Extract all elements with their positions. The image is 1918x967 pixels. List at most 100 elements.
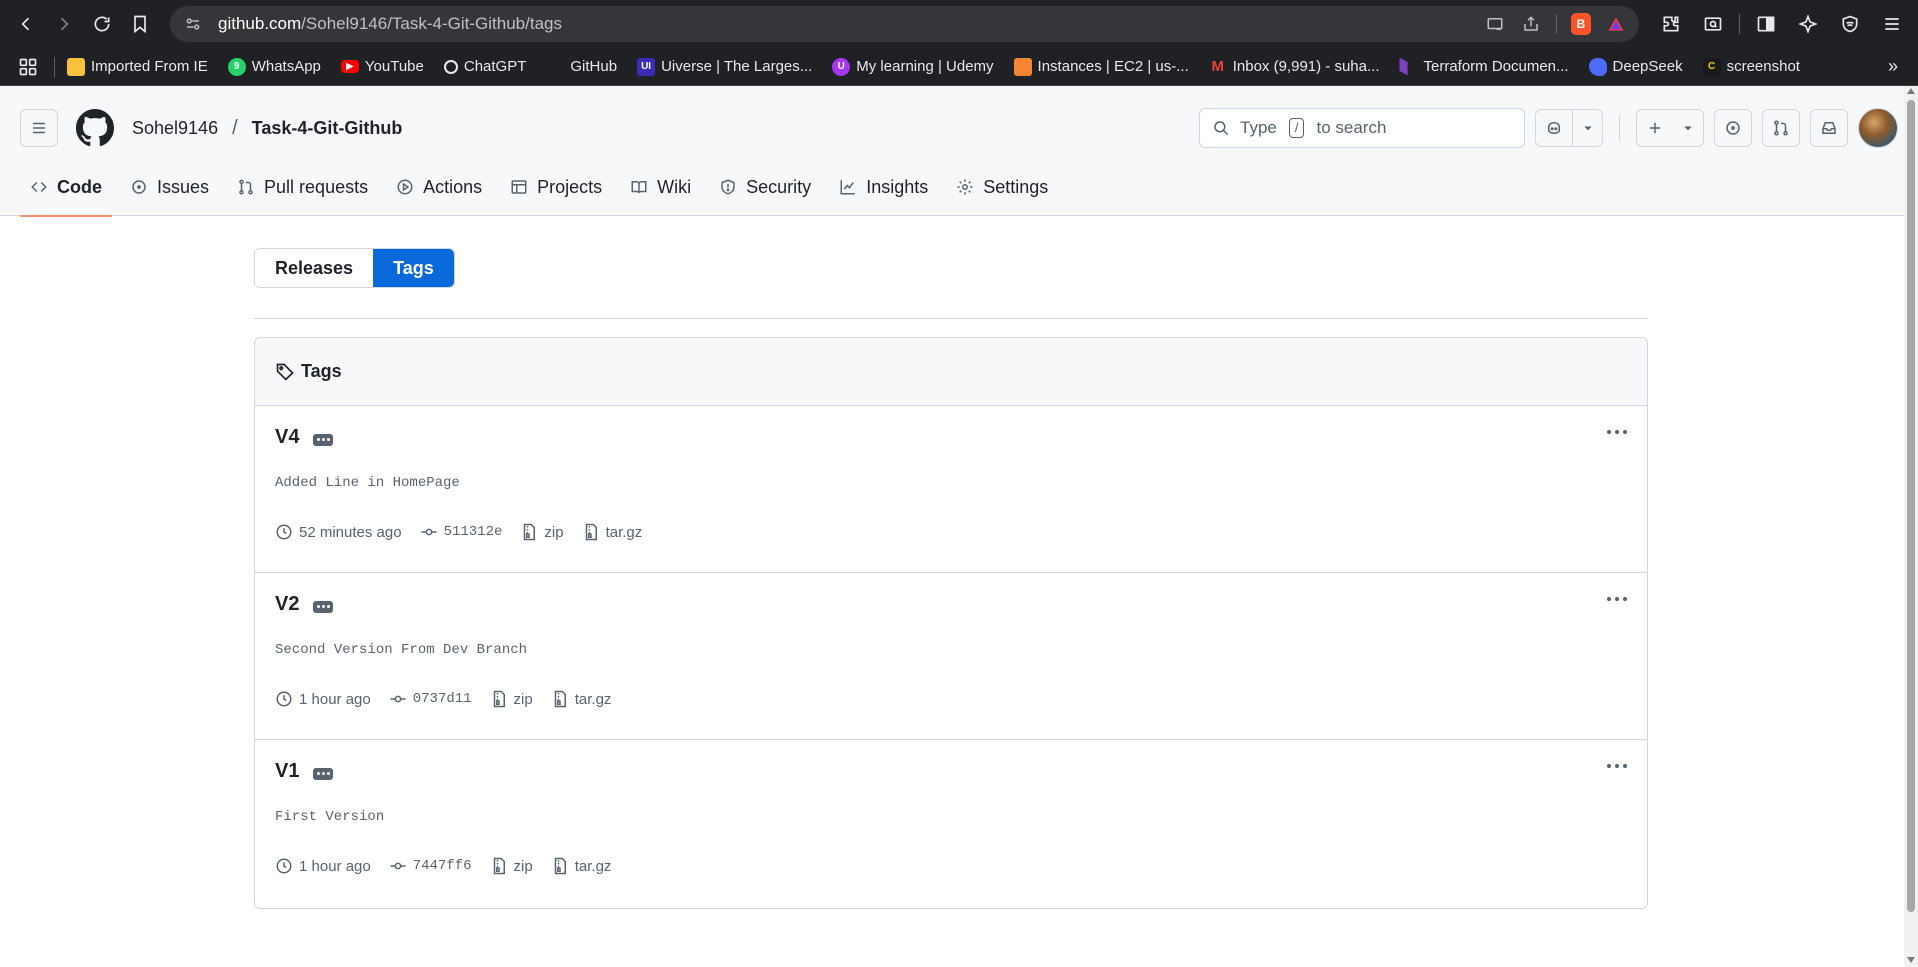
tab-wiki[interactable]: Wiki xyxy=(620,170,701,216)
tag-name-link[interactable]: V4 xyxy=(275,426,299,449)
zip-label: zip xyxy=(513,690,533,708)
code-icon xyxy=(31,181,47,193)
bookmark-terraform[interactable]: Terraform Documen... xyxy=(1391,54,1576,80)
zip-download-link[interactable]: zip xyxy=(520,523,564,541)
toolbar-divider xyxy=(1739,14,1740,34)
expand-message-button[interactable] xyxy=(313,767,334,780)
tag-name-link[interactable]: V2 xyxy=(275,593,299,616)
targz-download-link[interactable]: tar.gz xyxy=(551,857,611,875)
file-zip-icon xyxy=(554,857,566,875)
commit-sha-link[interactable]: 511312e xyxy=(420,523,503,541)
back-icon[interactable] xyxy=(10,8,42,40)
bookmark-uiverse[interactable]: UI Uiverse | The Larges... xyxy=(629,54,820,80)
github-logo-icon[interactable] xyxy=(76,109,114,147)
releases-tags-toggle: Releases Tags xyxy=(254,248,455,288)
url-host: github.com xyxy=(218,14,302,33)
scroll-down-icon[interactable] xyxy=(1907,957,1915,963)
kebab-menu-icon[interactable] xyxy=(1607,597,1627,601)
repo-owner-link[interactable]: Sohel9146 xyxy=(132,118,218,139)
kebab-menu-icon[interactable] xyxy=(1607,764,1627,768)
copilot-button[interactable] xyxy=(1535,109,1603,147)
leo-ai-icon[interactable] xyxy=(1792,8,1824,40)
chevron-down-icon[interactable] xyxy=(1673,110,1703,146)
tab-insights[interactable]: Insights xyxy=(829,170,938,216)
bookmark-gmail-inbox[interactable]: M Inbox (9,991) - suha... xyxy=(1201,54,1388,80)
kebab-menu-icon[interactable] xyxy=(1607,430,1627,434)
more-bookmarks-icon[interactable]: » xyxy=(1878,56,1908,77)
brave-shields-icon[interactable]: B xyxy=(1571,13,1591,35)
bookmark-whatsapp[interactable]: 9 WhatsApp xyxy=(220,54,329,80)
tab-pull-requests[interactable]: Pull requests xyxy=(227,170,378,216)
apps-icon[interactable] xyxy=(10,53,50,81)
sidebar-icon[interactable] xyxy=(1750,8,1782,40)
menu-icon[interactable] xyxy=(1876,8,1908,40)
bookmark-youtube[interactable]: ▶ YouTube xyxy=(333,54,432,79)
targz-download-link[interactable]: tar.gz xyxy=(582,523,642,541)
create-new-button[interactable] xyxy=(1636,109,1704,147)
tab-code[interactable]: Code xyxy=(20,170,112,217)
tag-time: 1 hour ago xyxy=(275,690,371,708)
pull-requests-button[interactable] xyxy=(1762,109,1800,147)
tag-row: V4 Added Line in HomePage 52 minutes ago… xyxy=(255,406,1647,573)
bookmark-udemy[interactable]: U My learning | Udemy xyxy=(824,54,1001,80)
bookmark-deepseek[interactable]: DeepSeek xyxy=(1581,54,1691,80)
issue-opened-icon xyxy=(132,180,146,194)
commit-sha: 511312e xyxy=(443,524,503,540)
brave-rewards-icon[interactable] xyxy=(1605,14,1627,34)
zip-download-link[interactable]: zip xyxy=(490,857,533,875)
bookmark-label: screenshot xyxy=(1726,58,1800,75)
tab-label: Security xyxy=(746,176,812,197)
bookmark-imported-from-ie[interactable]: Imported From IE xyxy=(59,54,216,80)
tag-row: V1 First Version 1 hour ago 7447ff6 zip xyxy=(255,740,1647,908)
whatsapp-icon: 9 xyxy=(227,57,246,76)
share-icon[interactable] xyxy=(1520,13,1542,35)
tab-settings[interactable]: Settings xyxy=(946,170,1058,216)
tags-button[interactable]: Tags xyxy=(373,249,454,287)
bookmark-label: My learning | Udemy xyxy=(856,58,994,75)
shield-icon xyxy=(721,179,735,195)
search-prefix: Type xyxy=(1240,118,1277,137)
zip-download-link[interactable]: zip xyxy=(490,690,533,708)
hamburger-menu-button[interactable] xyxy=(20,109,58,147)
chatgpt-icon xyxy=(443,59,458,74)
plus-icon[interactable] xyxy=(1637,110,1673,146)
commit-sha-link[interactable]: 0737d11 xyxy=(389,690,472,708)
extensions-icon[interactable] xyxy=(1655,8,1687,40)
releases-button[interactable]: Releases xyxy=(255,249,374,287)
search-input[interactable]: Type / to search xyxy=(1199,108,1525,148)
issues-button[interactable] xyxy=(1714,109,1752,147)
bookmark-github[interactable]: GitHub xyxy=(538,54,625,80)
commit-sha-link[interactable]: 7447ff6 xyxy=(389,857,472,875)
section-divider xyxy=(254,318,1648,319)
chevron-down-icon[interactable] xyxy=(1572,110,1602,146)
vpn-icon[interactable] xyxy=(1834,8,1866,40)
scroll-thumb[interactable] xyxy=(1907,100,1915,912)
tab-actions[interactable]: Actions xyxy=(386,170,492,216)
gmail-icon: M xyxy=(1211,58,1224,75)
url-text[interactable]: github.com/Sohel9146/Task-4-Git-Github/t… xyxy=(218,14,1470,34)
tab-security[interactable]: Security xyxy=(709,170,821,216)
site-settings-icon[interactable] xyxy=(182,13,204,35)
file-zip-icon xyxy=(524,523,536,541)
expand-message-button[interactable] xyxy=(313,433,334,446)
avatar[interactable] xyxy=(1858,108,1898,148)
address-bar[interactable]: github.com/Sohel9146/Task-4-Git-Github/t… xyxy=(170,6,1639,42)
cast-icon[interactable] xyxy=(1484,13,1506,35)
copilot-icon[interactable] xyxy=(1536,110,1572,146)
tab-search-icon[interactable] xyxy=(1697,8,1729,40)
page-scrollbar[interactable] xyxy=(1904,86,1918,967)
bookmark-icon[interactable] xyxy=(124,8,156,40)
inbox-button[interactable] xyxy=(1810,109,1848,147)
bookmark-chatgpt[interactable]: ChatGPT xyxy=(436,54,535,79)
tag-name-link[interactable]: V1 xyxy=(275,760,299,783)
forward-icon[interactable] xyxy=(48,8,80,40)
repo-name-link[interactable]: Task-4-Git-Github xyxy=(252,118,403,139)
scroll-up-icon[interactable] xyxy=(1907,88,1915,94)
targz-download-link[interactable]: tar.gz xyxy=(551,690,611,708)
bookmark-screenshot[interactable]: C screenshot xyxy=(1695,54,1808,80)
tab-issues[interactable]: Issues xyxy=(120,170,219,216)
reload-icon[interactable] xyxy=(86,8,118,40)
tab-projects[interactable]: Projects xyxy=(500,170,612,216)
expand-message-button[interactable] xyxy=(313,600,334,613)
bookmark-ec2-instances[interactable]: Instances | EC2 | us-... xyxy=(1006,54,1197,80)
